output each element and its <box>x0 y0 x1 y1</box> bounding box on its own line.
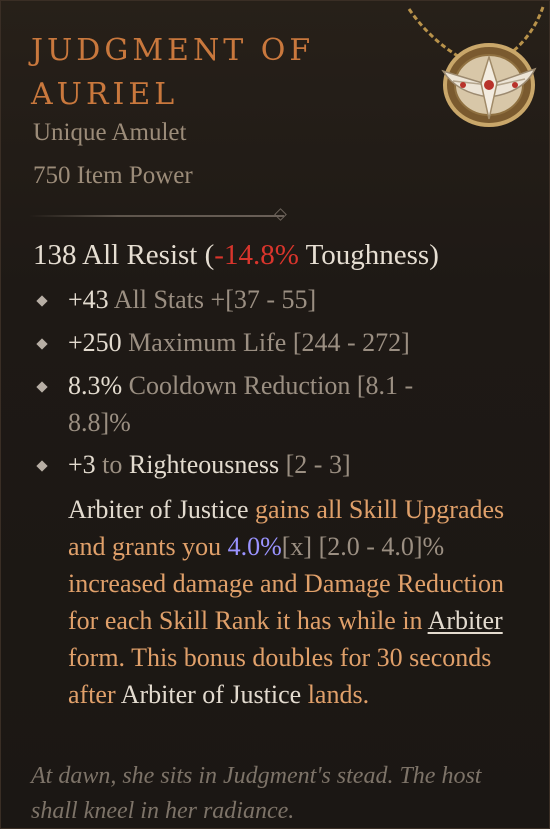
affix-cooldown-reduction: 8.3% Cooldown Reduction [8.1 - 8.8]% <box>68 367 468 441</box>
power-value: 4.0% <box>227 532 282 561</box>
diamond-bullet-icon <box>36 460 48 472</box>
item-tooltip: Judgment of Auriel Unique Amulet 750 Ite… <box>0 0 550 829</box>
affix-range: [2 - 3] <box>279 450 351 479</box>
power-skill-name: Arbiter of Justice <box>120 680 302 709</box>
affix-stat: Maximum Life <box>121 328 287 357</box>
affix-stat: Cooldown Reduction <box>122 371 351 400</box>
power-range: [x] [2.0 - 4.0]% <box>281 532 445 561</box>
affix-skill: Righteousness <box>128 450 280 479</box>
affix-maximum-life: +250 Maximum Life [244 - 272] <box>68 324 528 361</box>
diamond-divider-icon <box>274 208 287 221</box>
implicit-resist: 138 All Resist (-14.8% Toughness) <box>33 239 439 272</box>
affix-value: +250 <box>68 328 122 357</box>
arbiter-keyword[interactable]: Arbiter <box>428 606 503 635</box>
toughness-delta: -14.8% <box>214 239 299 271</box>
item-power: 750 Item Power <box>33 162 193 189</box>
affix-value: 8.3% <box>68 371 123 400</box>
implicit-value: 138 All Resist <box>33 239 198 271</box>
affix-righteousness: +3 to Righteousness [2 - 3] <box>68 446 528 483</box>
implicit-paren: ( <box>204 239 215 271</box>
toughness-label: Toughness) <box>298 239 439 271</box>
power-skill-name: Arbiter of Justice <box>68 495 249 524</box>
item-name-line1: Judgment of <box>31 33 315 68</box>
divider-line <box>29 215 284 217</box>
diamond-bullet-icon <box>36 338 48 350</box>
diamond-bullet-icon <box>36 381 48 393</box>
diamond-bullet-icon <box>36 295 48 307</box>
affix-range: +[37 - 55] <box>204 285 317 314</box>
flavor-text: At dawn, she sits in Judgment's stead. T… <box>31 763 482 824</box>
affix-range: [244 - 272] <box>286 328 410 357</box>
unique-power: Arbiter of Justice gains all Skill Upgra… <box>68 491 538 713</box>
power-text: lands. <box>301 680 370 709</box>
affix-all-stats: +43 All Stats +[37 - 55] <box>68 281 528 318</box>
item-type: Unique Amulet <box>33 119 187 146</box>
affix-value: +3 <box>68 450 96 479</box>
affix-stat: All Stats <box>108 285 205 314</box>
item-name: Judgment of Auriel <box>31 29 361 117</box>
item-name-line2: Auriel <box>31 77 179 112</box>
winged-amulet-icon <box>407 6 545 127</box>
affix-to: to <box>95 450 129 479</box>
affix-value: +43 <box>68 285 109 314</box>
